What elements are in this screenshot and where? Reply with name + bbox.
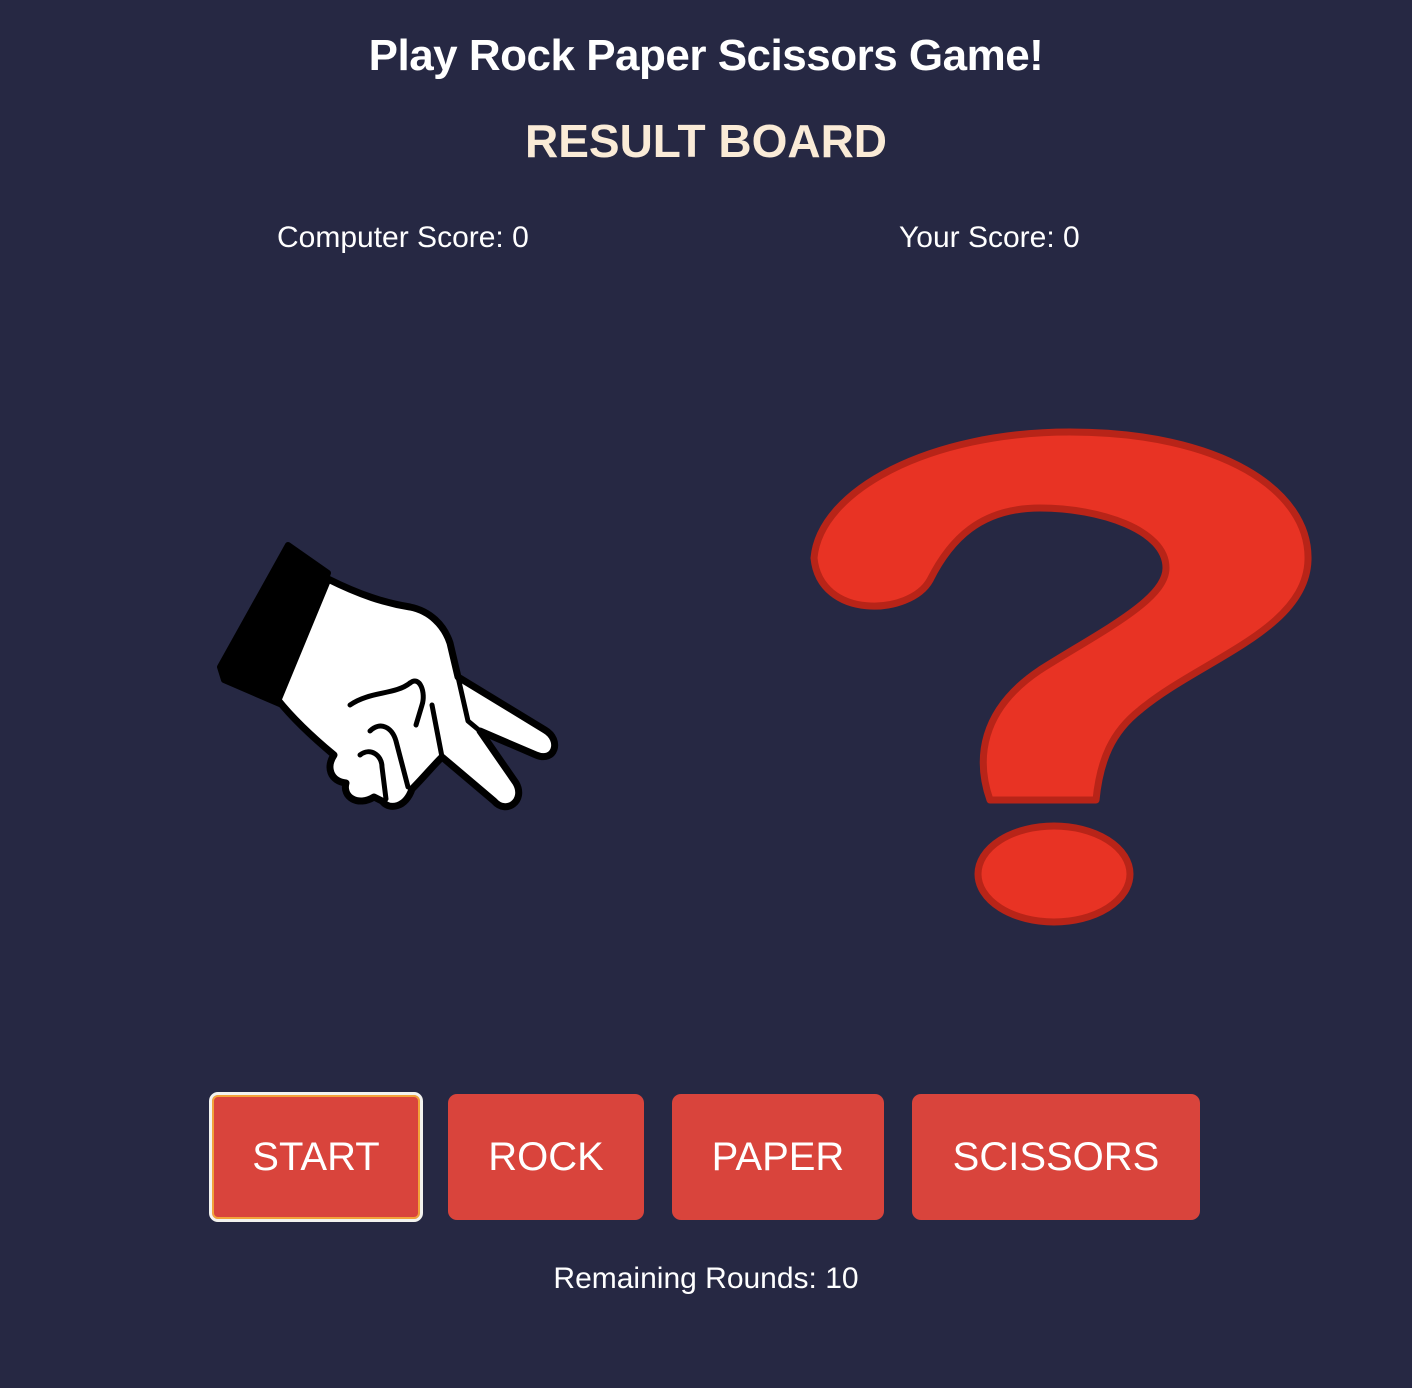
- player-score: Your Score: 0: [899, 221, 1080, 254]
- computer-score: Computer Score: 0: [277, 221, 529, 254]
- page-title: Play Rock Paper Scissors Game!: [368, 31, 1044, 80]
- scissors-hand-icon: [217, 542, 558, 811]
- rock-button[interactable]: ROCK: [448, 1094, 644, 1220]
- result-board-heading: RESULT BOARD: [524, 115, 888, 167]
- control-buttons: START ROCK PAPER SCISSORS: [0, 1092, 1412, 1222]
- scissors-button[interactable]: SCISSORS: [912, 1094, 1200, 1220]
- game-page: Play Rock Paper Scissors Game! RESULT BO…: [0, 0, 1412, 1388]
- question-mark-icon: [810, 428, 1312, 926]
- remaining-rounds: Remaining Rounds: 10: [553, 1262, 859, 1295]
- paper-button[interactable]: PAPER: [672, 1094, 884, 1220]
- start-button[interactable]: START: [209, 1092, 423, 1222]
